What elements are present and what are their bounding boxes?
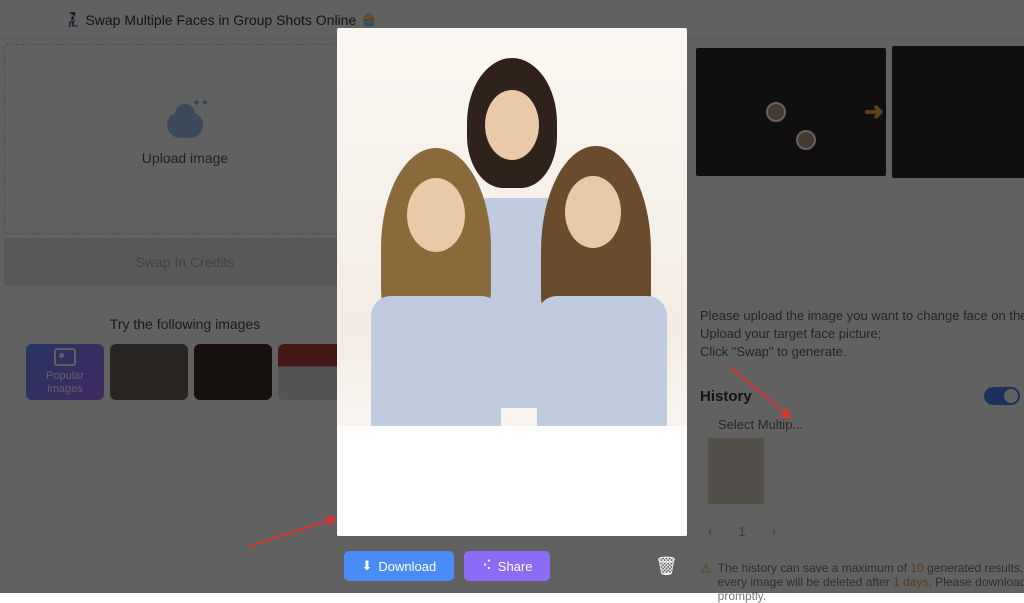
delete-button[interactable]: 🗑 xyxy=(652,552,680,580)
download-button[interactable]: ⬇ Download xyxy=(344,551,455,581)
trash-icon: 🗑 xyxy=(655,556,678,577)
result-photo xyxy=(337,28,687,536)
share-icon: ⠪ xyxy=(482,558,492,574)
share-button[interactable]: ⠪ Share xyxy=(464,551,550,581)
result-modal-overlay: ⬇ Download ⠪ Share 🗑 xyxy=(0,0,1024,593)
download-icon: ⬇ xyxy=(362,558,373,574)
